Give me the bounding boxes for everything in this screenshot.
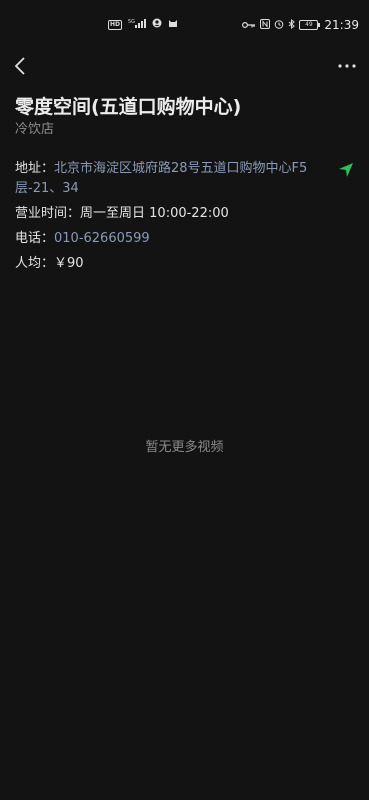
cat-app-icon: [168, 18, 178, 31]
address-text-block: 地址：北京市海淀区城府路28号五道口购物中心F5层-21、34: [15, 159, 323, 199]
shop-info: 零度空间(五道口购物中心) 冷饮店 地址：北京市海淀区城府路28号五道口购物中心…: [15, 94, 357, 279]
phone-label: 电话：: [15, 231, 55, 246]
hd-icon: HD: [108, 19, 123, 30]
status-bar: HD 5G 49 21:39: [0, 0, 369, 52]
hours-label: 营业时间：: [15, 206, 81, 221]
bluetooth-icon: [288, 18, 296, 32]
shop-title: 零度空间(五道口购物中心): [15, 96, 242, 118]
shop-details: 地址：北京市海淀区城府路28号五道口购物中心F5层-21、34 营业时间： 周一…: [15, 159, 357, 274]
phone-link[interactable]: 010-62660599: [54, 229, 150, 249]
avg-price-row: 人均： ￥90: [15, 254, 357, 274]
key-icon: [242, 19, 256, 32]
svg-text:5G: 5G: [128, 19, 135, 25]
hours-row: 营业时间： 周一至周日 10:00-22:00: [15, 204, 357, 224]
back-button[interactable]: [8, 52, 32, 80]
status-time: 21:39: [324, 18, 359, 32]
phone-row: 电话： 010-62660599: [15, 229, 357, 249]
address-label: 地址：: [15, 161, 55, 176]
nfc-icon: [260, 18, 271, 32]
status-system: 49 21:39: [242, 18, 359, 32]
status-indicators: HD 5G: [108, 18, 178, 31]
signal-icon: 5G: [128, 18, 147, 31]
top-nav: [0, 52, 369, 82]
more-button[interactable]: [335, 54, 359, 78]
shop-category: 冷饮店: [15, 122, 55, 137]
avg-price-value: ￥90: [54, 256, 84, 271]
more-dots-icon: [338, 64, 356, 68]
empty-videos-message: 暂无更多视频: [145, 440, 224, 455]
address-row: 地址：北京市海淀区城府路28号五道口购物中心F5层-21、34: [15, 159, 357, 199]
shield-icon: [152, 18, 162, 31]
address-link[interactable]: 北京市海淀区城府路28号五道口购物中心F5层-21、34: [15, 161, 307, 196]
chevron-left-icon: [14, 57, 25, 75]
battery-icon: 49: [299, 20, 321, 30]
avg-price-label: 人均：: [15, 256, 55, 271]
hours-value: 周一至周日 10:00-22:00: [80, 206, 229, 221]
alarm-icon: [274, 19, 284, 32]
navigate-arrow-icon[interactable]: [337, 161, 355, 179]
